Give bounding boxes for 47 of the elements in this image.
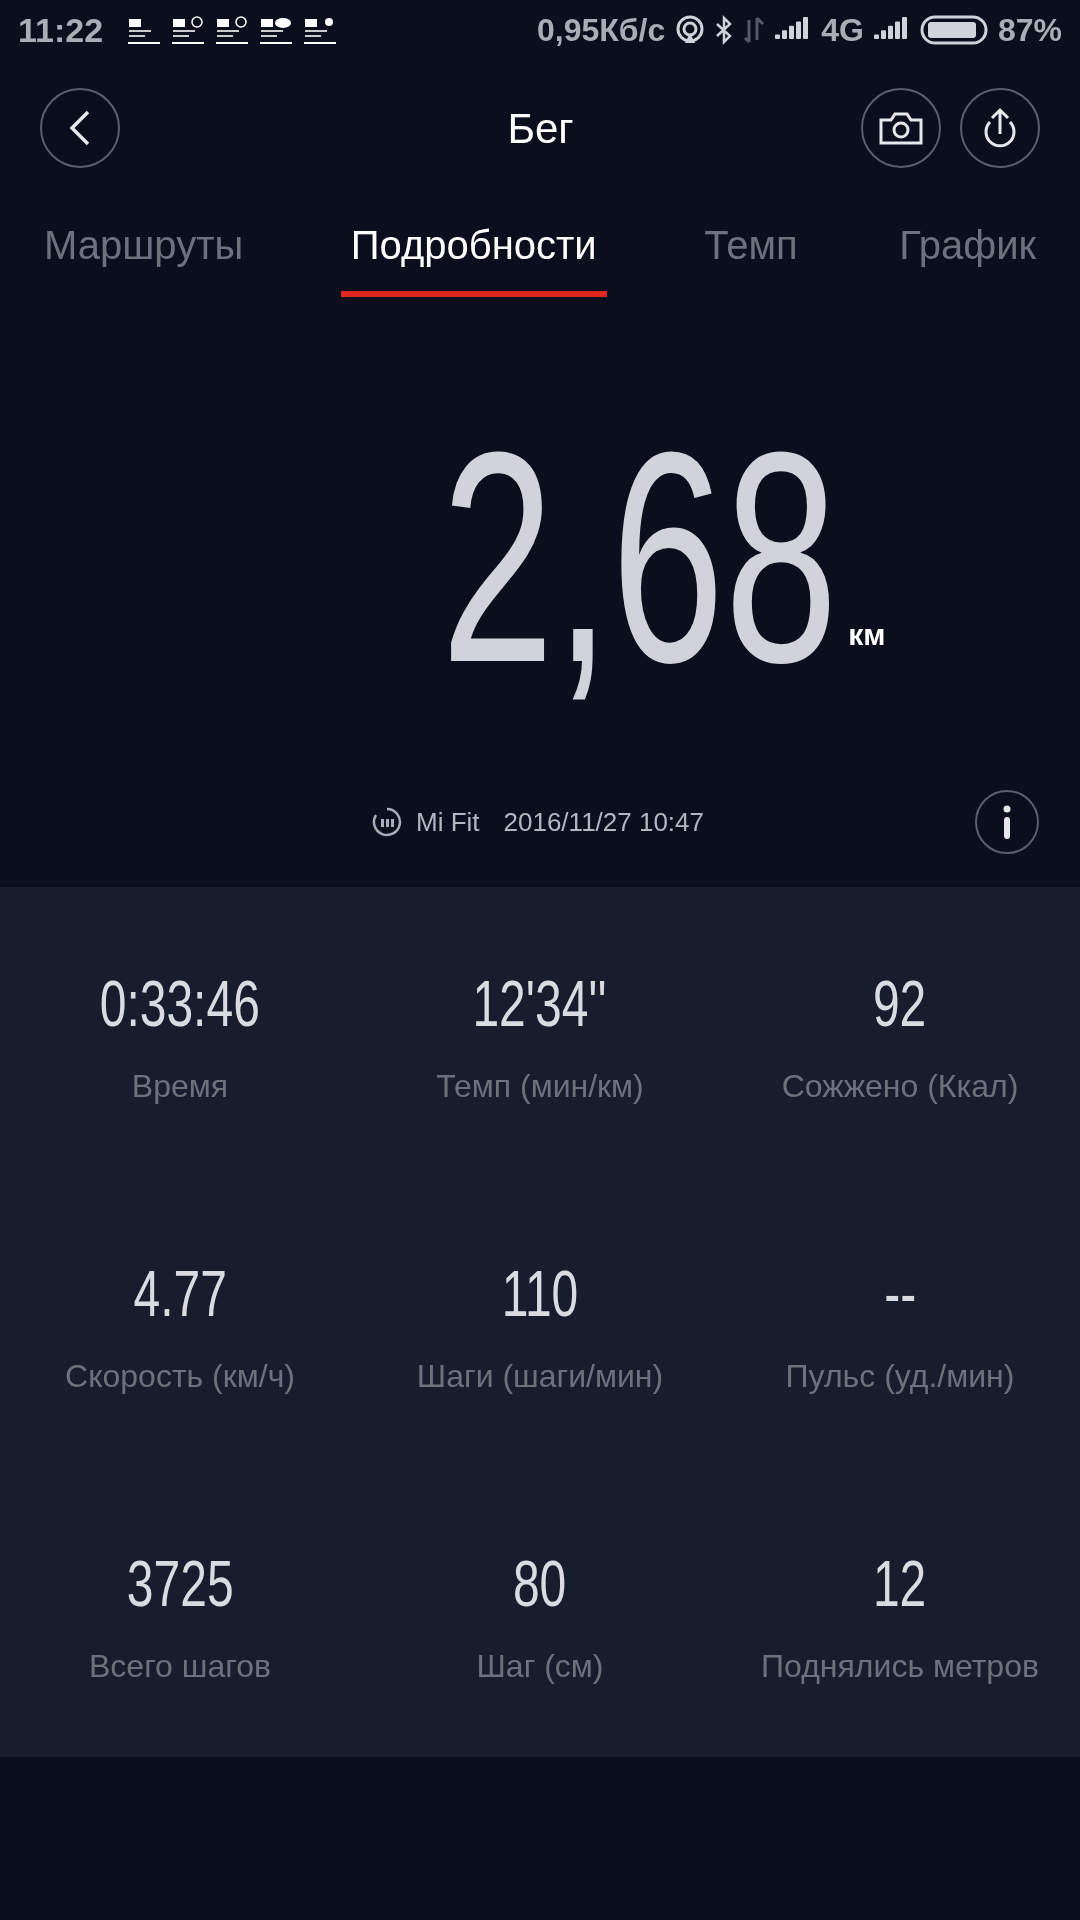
screen-title: Бег — [507, 103, 574, 154]
stat-label: Время — [131, 1067, 229, 1106]
distance-unit: км — [848, 617, 886, 653]
data-arrows-icon — [743, 16, 766, 44]
distance-value: 2,68 — [441, 407, 839, 707]
stat-label: Шаги (шаги/мин) — [416, 1357, 664, 1396]
tab[interactable]: Подробности — [340, 203, 607, 297]
stat-label: Поднялись метров — [761, 1647, 1039, 1686]
camera-icon — [878, 110, 924, 146]
workout-datetime: 2016/11/27 10:47 — [503, 805, 704, 839]
stat-label: Пульс (уд./мин) — [785, 1357, 1015, 1396]
stat-value: 80 — [513, 1552, 567, 1616]
app-logo-icon — [372, 807, 402, 837]
stat-value: 0:33:46 — [99, 972, 261, 1036]
stat-value: 92 — [873, 972, 927, 1036]
info-button[interactable] — [975, 790, 1039, 854]
stat-value: -- — [884, 1262, 916, 1326]
stat-label: Шаг (см) — [476, 1647, 604, 1686]
back-icon — [68, 110, 92, 146]
notification-icon — [171, 15, 206, 45]
stat-value: 110 — [501, 1262, 579, 1326]
clock: 11:22 — [18, 9, 104, 51]
stat-label: Сожжено (Ккал) — [781, 1067, 1019, 1106]
back-button[interactable] — [40, 88, 120, 168]
bluetooth-icon — [715, 15, 734, 45]
tab[interactable]: Темп — [700, 203, 802, 297]
tab[interactable]: Маршруты — [40, 203, 248, 297]
notification-icon — [259, 15, 294, 45]
stat-value: 4.77 — [133, 1262, 227, 1326]
stat-value: 12 — [873, 1552, 927, 1616]
stat-label: Всего шагов — [89, 1647, 271, 1686]
stat-value: 12'34'' — [472, 972, 608, 1036]
source-app: Mi Fit — [416, 805, 480, 839]
notification-icon — [303, 15, 338, 45]
battery-icon — [919, 15, 988, 45]
share-button[interactable] — [960, 88, 1040, 168]
network-type: 4G — [821, 11, 864, 50]
stat-label: Темп (мин/км) — [436, 1067, 644, 1106]
network-speed: 0,95Кб/с — [537, 11, 666, 50]
info-icon — [1002, 805, 1012, 839]
hotspot-icon — [675, 15, 706, 45]
battery-level: 87% — [997, 11, 1062, 50]
camera-button[interactable] — [861, 88, 941, 168]
stat-label: Скорость (км/ч) — [65, 1357, 295, 1396]
notification-icon — [215, 15, 250, 45]
tab[interactable]: График — [895, 203, 1040, 297]
stat-value: 3725 — [126, 1552, 234, 1616]
